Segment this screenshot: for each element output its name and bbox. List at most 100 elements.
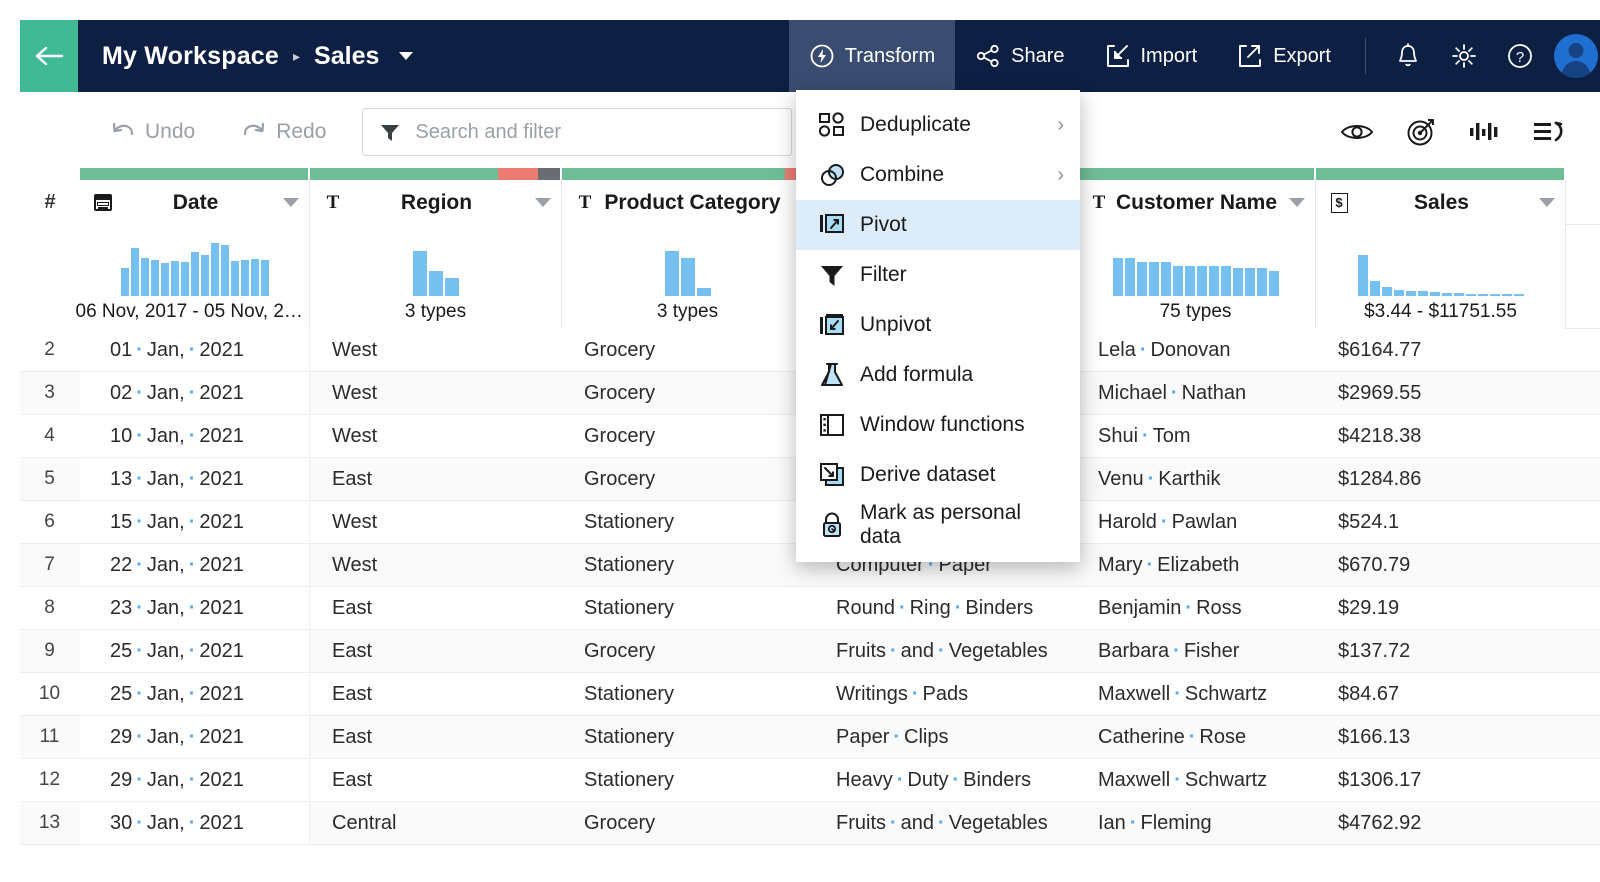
cell-product-name[interactable]: Writings · Pads bbox=[814, 673, 1076, 715]
menu-item-window-functions[interactable]: Window functions bbox=[796, 400, 1080, 450]
eye-icon[interactable] bbox=[1340, 119, 1374, 145]
cell-product-name[interactable]: Fruits · and · Vegetables bbox=[814, 802, 1076, 844]
table-row[interactable]: 10 25 · Jan, · 2021 East Stationery Writings · Pad… bbox=[20, 673, 1600, 716]
cell-date[interactable]: 15 · Jan, · 2021 bbox=[80, 501, 310, 543]
cell-product-category[interactable]: Stationery bbox=[562, 673, 814, 715]
cell-sales[interactable]: $670.79 bbox=[1316, 544, 1566, 586]
cell-sales[interactable]: $166.13 bbox=[1316, 716, 1566, 758]
cell-customer-name[interactable]: Catherine · Rose bbox=[1076, 716, 1316, 758]
cell-customer-name[interactable]: Barbara · Fisher bbox=[1076, 630, 1316, 672]
menu-item-mark-as-personal-data[interactable]: Mark as personal data bbox=[796, 500, 1080, 550]
table-row[interactable]: 13 30 · Jan, · 2021 Central Grocery Fruits · and · V… bbox=[20, 802, 1600, 845]
column-summary-cell[interactable]: $3.44 - $11751.55 bbox=[1316, 225, 1566, 329]
column-quality-bar[interactable] bbox=[1316, 168, 1564, 180]
cell-date[interactable]: 01 · Jan, · 2021 bbox=[80, 329, 310, 371]
cell-product-category[interactable]: Grocery bbox=[562, 372, 814, 414]
column-header[interactable]: T Region bbox=[310, 180, 562, 225]
undo-button[interactable]: Undo bbox=[100, 114, 205, 150]
column-header[interactable]: T Customer Name bbox=[1076, 180, 1316, 225]
settings-button[interactable] bbox=[1436, 20, 1492, 92]
cell-product-name[interactable]: Paper · Clips bbox=[814, 716, 1076, 758]
column-menu-chevron-down-icon[interactable] bbox=[1289, 198, 1305, 207]
breadcrumb-dataset[interactable]: Sales bbox=[314, 42, 379, 71]
cell-customer-name[interactable]: Maxwell · Schwartz bbox=[1076, 673, 1316, 715]
cell-date[interactable]: 22 · Jan, · 2021 bbox=[80, 544, 310, 586]
column-summary-cell[interactable]: 75 types bbox=[1076, 225, 1316, 329]
search-and-filter-box[interactable]: Search and filter bbox=[362, 108, 793, 156]
cell-region[interactable]: West bbox=[310, 415, 562, 457]
cell-sales[interactable]: $4762.92 bbox=[1316, 802, 1566, 844]
list-actions-icon[interactable] bbox=[1532, 119, 1566, 145]
breadcrumb-chevron-down-icon[interactable] bbox=[399, 52, 414, 60]
cell-date[interactable]: 30 · Jan, · 2021 bbox=[80, 802, 310, 844]
cell-customer-name[interactable]: Michael · Nathan bbox=[1076, 372, 1316, 414]
cell-customer-name[interactable]: Maxwell · Schwartz bbox=[1076, 759, 1316, 801]
cell-date[interactable]: 25 · Jan, · 2021 bbox=[80, 630, 310, 672]
column-chart-icon[interactable] bbox=[1468, 119, 1500, 145]
cell-sales[interactable]: $524.1 bbox=[1316, 501, 1566, 543]
cell-sales[interactable]: $2969.55 bbox=[1316, 372, 1566, 414]
cell-region[interactable]: West bbox=[310, 501, 562, 543]
table-row[interactable]: 12 29 · Jan, · 2021 East Stationery Heavy · Duty · B… bbox=[20, 759, 1600, 802]
menu-item-filter[interactable]: Filter bbox=[796, 250, 1080, 300]
column-quality-bar[interactable] bbox=[80, 168, 308, 180]
cell-product-name[interactable]: Heavy · Duty · Binders bbox=[814, 759, 1076, 801]
transform-button[interactable]: Transform bbox=[788, 20, 956, 92]
search-input[interactable]: Search and filter bbox=[415, 121, 561, 144]
menu-item-add-formula[interactable]: Add formula bbox=[796, 350, 1080, 400]
cell-sales[interactable]: $84.67 bbox=[1316, 673, 1566, 715]
help-button[interactable]: ? bbox=[1492, 20, 1548, 92]
column-header[interactable]: $ Sales bbox=[1316, 180, 1566, 225]
column-quality-bar[interactable] bbox=[562, 168, 812, 180]
cell-region[interactable]: East bbox=[310, 673, 562, 715]
cell-date[interactable]: 23 · Jan, · 2021 bbox=[80, 587, 310, 629]
column-header[interactable]: T Product Category bbox=[562, 180, 814, 225]
cell-date[interactable]: 13 · Jan, · 2021 bbox=[80, 458, 310, 500]
cell-product-category[interactable]: Stationery bbox=[562, 759, 814, 801]
cell-date[interactable]: 29 · Jan, · 2021 bbox=[80, 759, 310, 801]
menu-item-pivot[interactable]: Pivot bbox=[796, 200, 1080, 250]
cell-customer-name[interactable]: Ian · Fleming bbox=[1076, 802, 1316, 844]
column-quality-bar[interactable] bbox=[310, 168, 560, 180]
cell-region[interactable]: East bbox=[310, 458, 562, 500]
export-button[interactable]: Export bbox=[1217, 20, 1351, 92]
target-icon[interactable] bbox=[1406, 117, 1436, 147]
user-avatar-button[interactable] bbox=[1554, 20, 1600, 92]
column-header[interactable]: Date bbox=[80, 180, 310, 225]
cell-customer-name[interactable]: Harold · Pawlan bbox=[1076, 501, 1316, 543]
cell-region[interactable]: East bbox=[310, 716, 562, 758]
cell-sales[interactable]: $6164.77 bbox=[1316, 329, 1566, 371]
cell-product-category[interactable]: Stationery bbox=[562, 716, 814, 758]
column-quality-bar[interactable] bbox=[1076, 168, 1314, 180]
column-summary-cell[interactable]: 3 types bbox=[310, 225, 562, 329]
cell-sales[interactable]: $1306.17 bbox=[1316, 759, 1566, 801]
table-row[interactable]: 11 29 · Jan, · 2021 East Stationery Paper · Clips C… bbox=[20, 716, 1600, 759]
cell-customer-name[interactable]: Benjamin · Ross bbox=[1076, 587, 1316, 629]
cell-region[interactable]: East bbox=[310, 759, 562, 801]
import-button[interactable]: Import bbox=[1085, 20, 1218, 92]
menu-item-unpivot[interactable]: Unpivot bbox=[796, 300, 1080, 350]
cell-date[interactable]: 02 · Jan, · 2021 bbox=[80, 372, 310, 414]
cell-customer-name[interactable]: Venu · Karthik bbox=[1076, 458, 1316, 500]
cell-date[interactable]: 29 · Jan, · 2021 bbox=[80, 716, 310, 758]
cell-product-category[interactable]: Stationery bbox=[562, 544, 814, 586]
notifications-button[interactable] bbox=[1380, 20, 1436, 92]
cell-product-category[interactable]: Grocery bbox=[562, 329, 814, 371]
cell-product-category[interactable]: Grocery bbox=[562, 415, 814, 457]
table-row[interactable]: 8 23 · Jan, · 2021 East Stationery Round · Ring · Bi… bbox=[20, 587, 1600, 630]
cell-sales[interactable]: $4218.38 bbox=[1316, 415, 1566, 457]
cell-product-name[interactable]: Round · Ring · Binders bbox=[814, 587, 1076, 629]
breadcrumb-workspace[interactable]: My Workspace bbox=[102, 42, 279, 71]
redo-button[interactable]: Redo bbox=[231, 114, 336, 150]
cell-sales[interactable]: $1284.86 bbox=[1316, 458, 1566, 500]
cell-region[interactable]: West bbox=[310, 372, 562, 414]
column-menu-chevron-down-icon[interactable] bbox=[535, 198, 551, 207]
cell-date[interactable]: 10 · Jan, · 2021 bbox=[80, 415, 310, 457]
cell-product-name[interactable]: Fruits · and · Vegetables bbox=[814, 630, 1076, 672]
cell-region[interactable]: Central bbox=[310, 802, 562, 844]
column-menu-chevron-down-icon[interactable] bbox=[283, 198, 299, 207]
cell-sales[interactable]: $29.19 bbox=[1316, 587, 1566, 629]
cell-product-category[interactable]: Grocery bbox=[562, 630, 814, 672]
cell-customer-name[interactable]: Lela · Donovan bbox=[1076, 329, 1316, 371]
cell-region[interactable]: East bbox=[310, 630, 562, 672]
